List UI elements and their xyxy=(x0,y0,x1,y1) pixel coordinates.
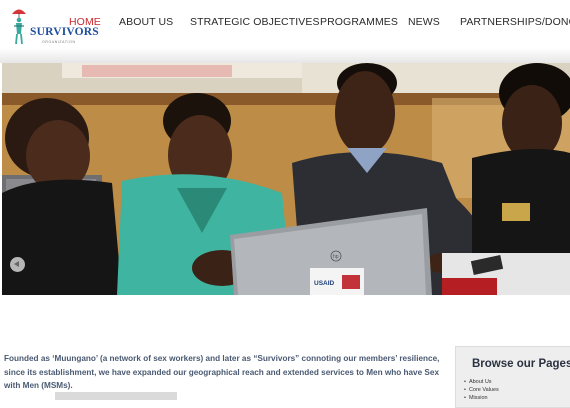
browse-pages-title: Browse our Pages xyxy=(472,358,570,370)
nav-item-partnerships-donors[interactable]: PARTNERSHIPS/DONORS xyxy=(460,16,570,28)
nav-item-home[interactable]: HOME xyxy=(69,16,101,28)
laptop-sticker-text: USAID xyxy=(314,280,335,287)
site-header: SURVIVORS ORGANIZATION HOME ABOUT US STR… xyxy=(0,0,570,48)
slider-prev-button[interactable] xyxy=(10,257,25,272)
nav-item-about-us[interactable]: ABOUT US xyxy=(119,16,173,28)
browse-pages-list: About Us Core Values Mission xyxy=(464,378,499,402)
nav-item-programmes[interactable]: PROGRAMMES xyxy=(320,16,398,28)
logo-subtitle: ORGANIZATION xyxy=(42,40,76,44)
header-shadow xyxy=(0,48,570,63)
intro-paragraph: Founded as ‘Muungano’ (a network of sex … xyxy=(4,354,440,391)
nav-item-news[interactable]: NEWS xyxy=(408,16,440,28)
laptop-brand-text: hp xyxy=(333,254,339,260)
browse-link-about-us[interactable]: About Us xyxy=(464,378,499,386)
browse-link-mission[interactable]: Mission xyxy=(464,394,499,402)
browse-link-core-values[interactable]: Core Values xyxy=(464,386,499,394)
nav-item-strategic-objectives[interactable]: STRATEGIC OBJECTIVES xyxy=(190,16,320,28)
hero-photo: USAID hp xyxy=(2,63,570,295)
browse-pages-widget: Browse our Pages About Us Core Values Mi… xyxy=(455,346,570,408)
logo[interactable]: SURVIVORS ORGANIZATION xyxy=(8,4,99,46)
content-box xyxy=(55,392,177,400)
hero-slider[interactable]: USAID hp xyxy=(2,63,570,295)
